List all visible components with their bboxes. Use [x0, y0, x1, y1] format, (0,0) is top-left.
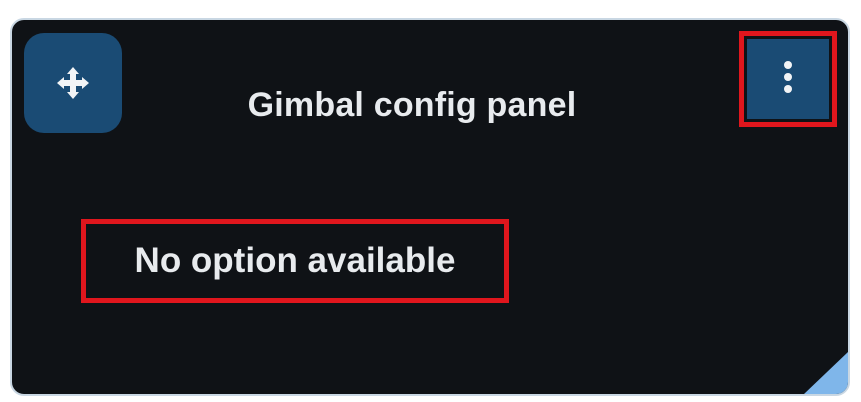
- no-option-message: No option available: [134, 241, 456, 280]
- menu-button-highlight: [739, 31, 837, 127]
- resize-grip-icon[interactable]: [804, 352, 848, 394]
- vertical-ellipsis-icon: [782, 60, 794, 99]
- gimbal-config-panel: Gimbal config panel No option available: [10, 18, 850, 396]
- panel-title: Gimbal config panel: [247, 86, 577, 124]
- message-highlight: No option available: [81, 219, 509, 303]
- menu-button[interactable]: [747, 39, 829, 119]
